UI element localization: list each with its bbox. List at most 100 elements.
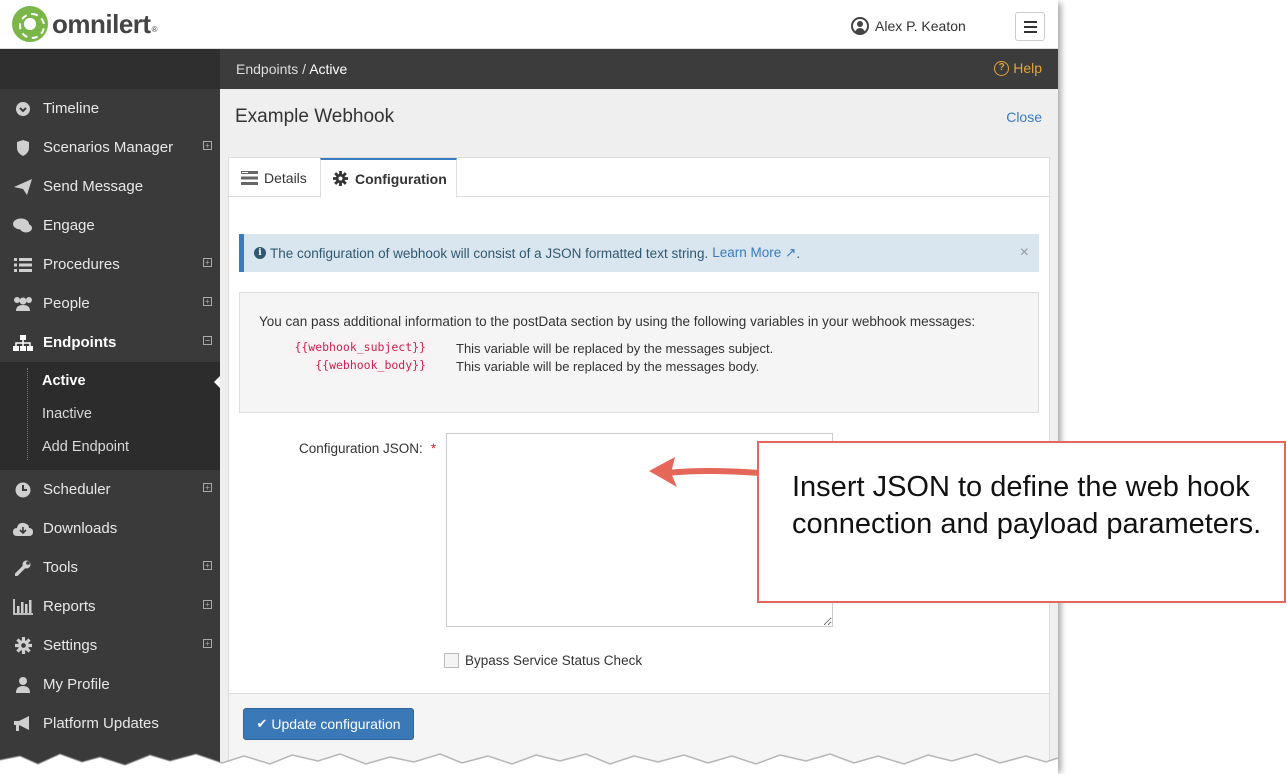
- expand-plus-icon[interactable]: +: [203, 141, 212, 150]
- bypass-label: Bypass Service Status Check: [465, 653, 643, 668]
- learn-more-link[interactable]: Learn More ↗: [712, 245, 796, 261]
- sidebar-item-label: Scenarios Manager: [43, 139, 174, 156]
- sidebar-item-scheduler[interactable]: Scheduler +: [0, 470, 220, 509]
- sidebar-item-label: Endpoints: [43, 334, 117, 351]
- collapse-minus-icon[interactable]: −: [203, 336, 212, 345]
- users-icon: [13, 294, 33, 314]
- hamburger-icon: [1024, 26, 1037, 28]
- config-json-label-text: Configuration JSON:: [299, 441, 423, 456]
- torn-edge-decoration: [0, 753, 1059, 774]
- breadcrumb-endpoints[interactable]: Endpoints: [236, 61, 298, 77]
- user-circle-icon: [851, 17, 869, 35]
- external-link-icon: ↗: [785, 245, 797, 260]
- sidebar-item-label: My Profile: [43, 676, 110, 693]
- required-marker: *: [430, 441, 437, 456]
- sidebar-item-procedures[interactable]: Procedures +: [0, 245, 220, 284]
- tab-configuration[interactable]: Configuration: [320, 158, 457, 198]
- cloud-download-icon: [13, 519, 33, 539]
- alert-text: The configuration of webhook will consis…: [270, 245, 709, 261]
- sidebar-item-people[interactable]: People +: [0, 284, 220, 323]
- variable-row: {{webhook_body}}: [240, 357, 430, 375]
- sidebar-item-label: Timeline: [43, 100, 100, 117]
- close-link[interactable]: Close: [1006, 109, 1042, 125]
- hamburger-icon: [1024, 21, 1037, 23]
- gear-icon: [13, 636, 33, 656]
- tab-details[interactable]: Details: [229, 158, 320, 198]
- timeline-icon: [13, 99, 33, 119]
- sidebar-item-downloads[interactable]: Downloads: [0, 509, 220, 548]
- variables-intro: You can pass additional information to t…: [259, 314, 976, 329]
- expand-plus-icon[interactable]: +: [203, 600, 212, 609]
- user-name: Alex P. Keaton: [875, 18, 966, 34]
- app-window: omnilert ® Alex P. Keaton Timeline Scena…: [0, 0, 1058, 770]
- hamburger-icon: [1024, 31, 1037, 33]
- breadcrumb: Endpoints / Active: [236, 61, 347, 77]
- expand-plus-icon[interactable]: +: [203, 639, 212, 648]
- sidebar-item-label: Engage: [43, 217, 95, 234]
- sidebar-item-engage[interactable]: Engage: [0, 206, 220, 245]
- bypass-status-check[interactable]: Bypass Service Status Check: [444, 653, 642, 668]
- update-configuration-button[interactable]: ✔ Update configuration: [243, 708, 414, 740]
- gear-icon: [333, 171, 348, 186]
- sidebar-item-tools[interactable]: Tools +: [0, 548, 220, 587]
- variable-code: {{webhook_subject}}: [290, 339, 430, 355]
- check-icon: ✔: [256, 716, 268, 731]
- brand-registered-mark: ®: [151, 24, 158, 34]
- sidebar-item-timeline[interactable]: Timeline: [0, 89, 220, 128]
- sidebar-item-endpoints[interactable]: Endpoints −: [0, 323, 220, 362]
- bar-chart-icon: [13, 597, 33, 617]
- update-button-label: Update configuration: [271, 716, 401, 732]
- help-link[interactable]: ? Help: [994, 60, 1042, 76]
- variable-row: {{webhook_subject}}: [240, 339, 430, 357]
- sidebar-item-platform-updates[interactable]: Platform Updates: [0, 704, 220, 743]
- breadcrumb-bar: Endpoints / Active ? Help: [220, 49, 1058, 89]
- sidebar-item-label: Send Message: [43, 178, 144, 195]
- wrench-icon: [13, 558, 33, 578]
- expand-plus-icon[interactable]: +: [203, 561, 212, 570]
- bypass-checkbox[interactable]: [444, 653, 459, 668]
- submenu-item-add-endpoint[interactable]: Add Endpoint: [0, 431, 220, 464]
- sidebar-item-send-message[interactable]: Send Message: [0, 167, 220, 206]
- tab-bar: Details Configuration: [229, 158, 1049, 198]
- brand-name: omnilert: [52, 8, 151, 39]
- sidebar: Timeline Scenarios Manager + Send Messag…: [0, 49, 221, 770]
- sidebar-item-label: Reports: [43, 598, 96, 615]
- variable-code: {{webhook_body}}: [311, 357, 430, 373]
- sitemap-icon: [13, 333, 33, 353]
- breadcrumb-current: Active: [309, 61, 348, 77]
- expand-plus-icon[interactable]: +: [203, 297, 212, 306]
- sidebar-item-label: Scheduler: [43, 481, 111, 498]
- page-title: Example Webhook: [235, 106, 395, 127]
- expand-plus-icon[interactable]: +: [203, 483, 212, 492]
- variable-description: This variable will be replaced by the me…: [456, 341, 774, 356]
- alert-close-icon[interactable]: ×: [1020, 244, 1029, 262]
- sidebar-item-my-profile[interactable]: My Profile: [0, 665, 220, 704]
- sidebar-item-label: People: [43, 295, 90, 312]
- sidebar-header: [0, 49, 220, 89]
- omnilert-logo-icon: [12, 6, 48, 42]
- sidebar-item-label: Platform Updates: [43, 715, 159, 732]
- sidebar-item-label: Downloads: [43, 520, 118, 537]
- sidebar-item-scenarios-manager[interactable]: Scenarios Manager +: [0, 128, 220, 167]
- breadcrumb-separator: /: [302, 61, 307, 77]
- sidebar-item-reports[interactable]: Reports +: [0, 587, 220, 626]
- submenu-item-active[interactable]: Active: [0, 365, 221, 398]
- variables-box: You can pass additional information to t…: [239, 292, 1039, 413]
- clock-icon: [13, 480, 33, 500]
- sidebar-item-label: Settings: [43, 637, 98, 654]
- main-content: Example Webhook Close Details Configurat…: [220, 89, 1058, 770]
- alert-suffix: .: [796, 245, 801, 261]
- help-label: Help: [1013, 60, 1042, 76]
- tab-label: Details: [264, 170, 307, 186]
- list-icon: [13, 255, 33, 275]
- callout-arrow: [649, 457, 763, 487]
- submenu-item-inactive[interactable]: Inactive: [0, 398, 220, 431]
- brand-logo[interactable]: omnilert ®: [12, 6, 157, 42]
- hamburger-menu-button[interactable]: [1015, 12, 1045, 41]
- tab-label: Configuration: [355, 170, 447, 187]
- user-menu[interactable]: Alex P. Keaton: [851, 17, 966, 35]
- shield-icon: [13, 138, 33, 158]
- expand-plus-icon[interactable]: +: [203, 258, 212, 267]
- sidebar-item-settings[interactable]: Settings +: [0, 626, 220, 665]
- paper-plane-icon: [13, 177, 33, 197]
